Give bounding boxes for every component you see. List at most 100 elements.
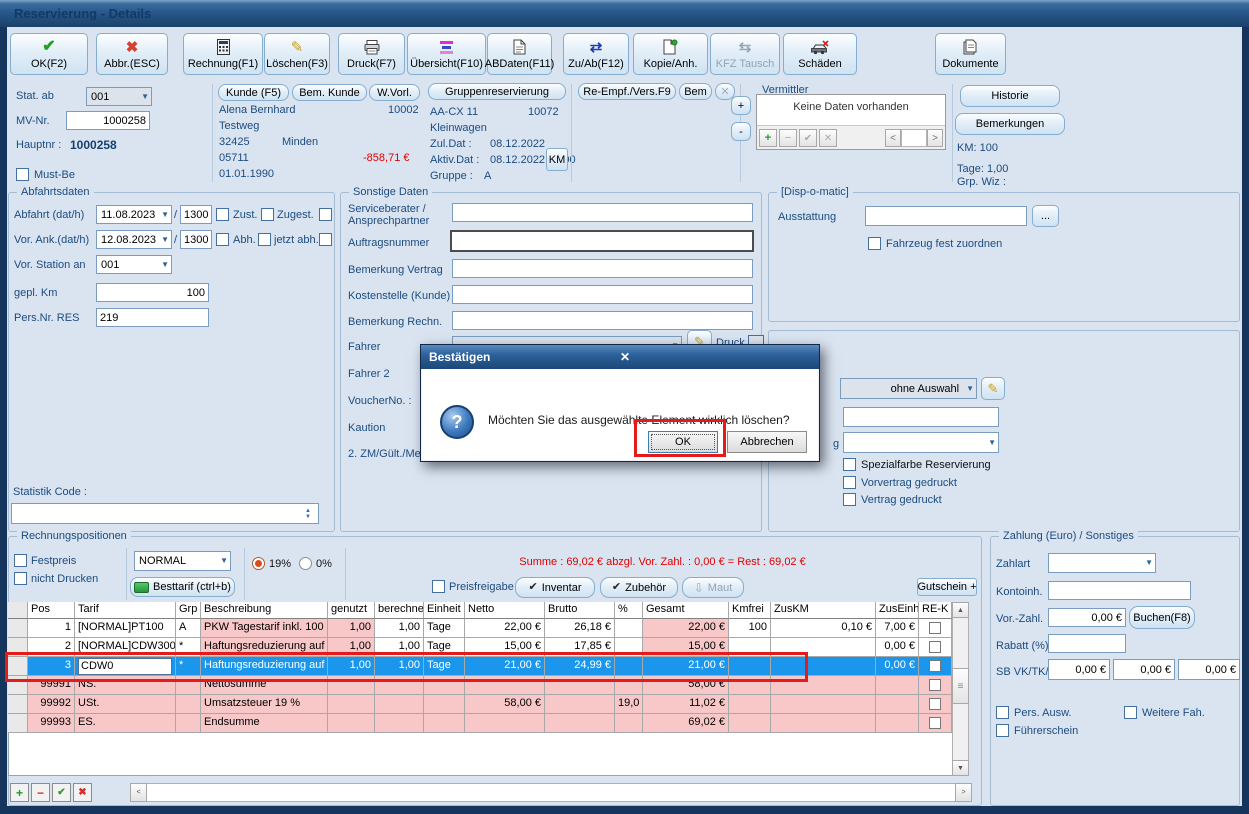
km-button[interactable]: KM (546, 148, 568, 171)
column-header[interactable]: ZusEinh (876, 602, 919, 619)
damage-button[interactable]: Schäden (783, 33, 857, 75)
invoice-row[interactable]: 2[NORMAL]CDW300*Haftungsreduzierung auf … (8, 638, 952, 657)
grid-add-button[interactable]: + (759, 129, 777, 147)
column-header[interactable]: Beschreibung (201, 602, 328, 619)
column-header[interactable]: Einheit (424, 602, 465, 619)
invoice-row[interactable]: 99991NS.Nettosumme58,00 € (8, 676, 952, 695)
festpreis-checkbox[interactable] (14, 554, 27, 567)
copy-attach-button[interactable]: Kopie/Anh. (633, 33, 708, 75)
invoice-row[interactable]: 99993ES.Endsumme69,02 € (8, 714, 952, 733)
vat-0-radio[interactable] (299, 557, 312, 570)
serviceberater-input[interactable] (452, 203, 753, 222)
statistik-spinner[interactable]: ▲ ▼ (300, 505, 316, 522)
column-header[interactable]: Netto (465, 602, 545, 619)
abfahrt-date-select[interactable]: 11.08.2023▼ (96, 205, 172, 224)
column-header[interactable]: berechnet (375, 602, 424, 619)
nicht-drucken-checkbox[interactable] (14, 572, 27, 585)
sb-extra-input[interactable]: 0,00 € (1178, 659, 1240, 680)
inventar-button[interactable]: ✔ Inventar (515, 577, 595, 598)
column-header[interactable]: % (615, 602, 643, 619)
vor-ank-checkbox[interactable] (216, 233, 229, 246)
invoice-button[interactable]: Rechnung(F1) (183, 33, 263, 75)
ausstattung-input[interactable] (865, 206, 1027, 226)
scroll-thumb[interactable]: ≡ (952, 668, 969, 704)
zust-checkbox[interactable] (261, 208, 274, 221)
bem-kunde-button[interactable]: Bem. Kunde (292, 84, 367, 101)
auftragsnummer-input[interactable] (450, 230, 754, 252)
kunde-button[interactable]: Kunde (F5) (218, 84, 289, 101)
scroll-right-button[interactable]: > (955, 783, 972, 802)
re-k-checkbox[interactable] (929, 698, 941, 710)
confirm-dialog-titlebar[interactable]: Bestätigen ✕ (421, 345, 819, 369)
bemerkung-vertrag-input[interactable] (452, 259, 753, 278)
re-k-checkbox[interactable] (929, 679, 941, 691)
window-titlebar[interactable]: Reservierung - Details (0, 0, 1249, 27)
statistik-code-input[interactable] (11, 503, 319, 524)
column-header[interactable]: Pos (28, 602, 75, 619)
column-header[interactable]: Kmfrei (729, 602, 771, 619)
vermittler-plus-button[interactable]: + (731, 96, 751, 115)
abh-checkbox[interactable] (258, 233, 271, 246)
bem-button[interactable]: Bem (679, 83, 712, 100)
bemerkungen-button[interactable]: Bemerkungen (955, 113, 1065, 135)
column-header[interactable]: Brutto (545, 602, 615, 619)
jetzt-abh-checkbox[interactable] (319, 233, 332, 246)
bemerkung-rechn-input[interactable] (452, 311, 753, 330)
option-select[interactable]: ▼ (843, 432, 999, 453)
vor-ank-time-input[interactable]: 1300 (180, 230, 212, 249)
ok-button[interactable]: ✔ OK(F2) (10, 33, 88, 75)
gepl-km-input[interactable]: 100 (96, 283, 209, 302)
auswahl-edit-button[interactable]: ✎ (981, 377, 1005, 400)
pers-ausw-checkbox[interactable] (996, 706, 1009, 719)
zuab-button[interactable]: ⇄ Zu/Ab(F12) (563, 33, 629, 75)
must-be-checkbox[interactable] (16, 168, 29, 181)
buchen-button[interactable]: Buchen(F8) (1129, 606, 1195, 629)
print-button[interactable]: Druck(F7) (338, 33, 405, 75)
grid-next-button[interactable]: > (927, 129, 943, 147)
re-empf-button[interactable]: Re-Empf./Vers.F9 (578, 83, 676, 100)
dialog-cancel-button[interactable]: Abbrechen (727, 431, 807, 453)
tarif-select[interactable]: NORMAL▼ (134, 551, 231, 571)
pers-nr-input[interactable]: 219 (96, 308, 209, 327)
kostenstelle-input[interactable] (452, 285, 753, 304)
column-header[interactable]: genutzt (328, 602, 375, 619)
gutschein-button[interactable]: Gutschein + (917, 578, 977, 596)
re-k-checkbox[interactable] (929, 622, 941, 634)
table-horizontal-scrollbar[interactable] (130, 783, 972, 802)
fahrzeug-fest-checkbox[interactable] (868, 237, 881, 250)
column-header[interactable]: ZusKM (771, 602, 876, 619)
weitere-fah-checkbox[interactable] (1124, 706, 1137, 719)
scroll-up-button[interactable]: ▲ (952, 602, 969, 618)
documents-button[interactable]: Dokumente (935, 33, 1006, 75)
gruppenreservierung-button[interactable]: Gruppenreservierung (428, 83, 566, 100)
row-confirm-button[interactable]: ✔ (52, 783, 71, 802)
option-text-input[interactable] (843, 407, 999, 427)
column-header[interactable]: Gesamt (643, 602, 729, 619)
column-header[interactable]: Grp (176, 602, 201, 619)
abfahrt-time-input[interactable]: 1300 (180, 205, 212, 224)
re-k-checkbox[interactable] (929, 660, 941, 672)
row-cancel-button[interactable]: ✖ (73, 783, 92, 802)
sb-tk-input[interactable]: 0,00 € (1113, 659, 1175, 680)
invoice-row[interactable]: 1[NORMAL]PT100APKW Tagestarif inkl. 1001… (8, 619, 952, 638)
historie-button[interactable]: Historie (960, 85, 1060, 107)
zahlart-select[interactable]: ▼ (1048, 553, 1156, 573)
cancel-button[interactable]: ✖ Abbr.(ESC) (96, 33, 168, 75)
grid-prev-button[interactable]: < (885, 129, 901, 147)
zugest-checkbox[interactable] (319, 208, 332, 221)
vertrag-checkbox[interactable] (843, 493, 856, 506)
ausstattung-browse-button[interactable]: ... (1032, 205, 1059, 227)
dialog-close-icon[interactable]: ✕ (620, 350, 811, 364)
preisfreigabe-checkbox[interactable] (432, 580, 445, 593)
vor-station-select[interactable]: 001▼ (96, 255, 172, 274)
vat-19-radio[interactable] (252, 557, 265, 570)
grid-page-field[interactable] (901, 129, 927, 147)
invoice-row[interactable]: 99992USt.Umsatzsteuer 19 %58,00 €19,011,… (8, 695, 952, 714)
stat-ab-select[interactable]: 001▼ (86, 87, 152, 106)
scroll-left-button[interactable]: < (130, 783, 147, 802)
column-header[interactable]: RE-K (919, 602, 952, 619)
spezialfarbe-checkbox[interactable] (843, 458, 856, 471)
delete-button[interactable]: ✎ Löschen(F3) (264, 33, 330, 75)
column-header[interactable]: Tarif (75, 602, 176, 619)
rabatt-input[interactable] (1048, 634, 1126, 653)
